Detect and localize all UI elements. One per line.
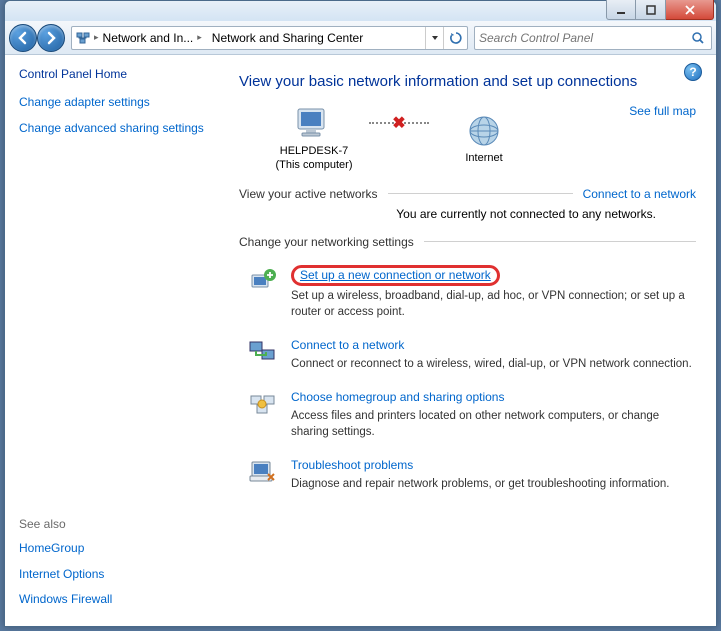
breadcrumb-dropdown[interactable] — [425, 27, 443, 49]
window: ▸ Network and In... ▸ Network and Sharin… — [4, 0, 717, 627]
search-input[interactable] — [479, 31, 689, 45]
active-networks-label: View your active networks — [239, 187, 378, 201]
setting-desc: Access files and printers located on oth… — [291, 408, 696, 440]
close-button[interactable] — [666, 0, 714, 20]
titlebar[interactable] — [5, 1, 716, 21]
troubleshoot-link[interactable]: Troubleshoot problems — [291, 458, 413, 472]
connection-line: ✖ — [369, 121, 429, 123]
homegroup-icon — [247, 388, 279, 420]
divider — [388, 193, 573, 194]
breadcrumb-label: Network and In... — [103, 31, 194, 45]
setting-item-new-connection: Set up a new connection or network Set u… — [247, 265, 696, 320]
sidebar-link-windows-firewall[interactable]: Windows Firewall — [19, 592, 211, 608]
connect-network-link[interactable]: Connect to a network — [291, 338, 404, 352]
back-button[interactable] — [9, 24, 37, 52]
network-icon — [72, 27, 94, 49]
new-connection-icon — [247, 265, 279, 297]
minimize-button[interactable] — [606, 0, 636, 20]
sidebar-link-internet-options[interactable]: Internet Options — [19, 567, 211, 583]
control-panel-home-link[interactable]: Control Panel Home — [19, 67, 211, 81]
globe-icon — [466, 111, 502, 151]
connection-failed-icon: ✖ — [392, 113, 405, 133]
setting-desc: Diagnose and repair network problems, or… — [291, 476, 669, 492]
divider — [424, 241, 696, 242]
help-icon[interactable]: ? — [684, 63, 702, 81]
chevron-right-icon: ▸ — [197, 32, 202, 43]
search-icon[interactable] — [689, 31, 707, 45]
setting-item-homegroup: Choose homegroup and sharing options Acc… — [247, 388, 696, 440]
main-panel: ? View your basic network information an… — [219, 55, 716, 626]
page-title: View your basic network information and … — [239, 73, 696, 90]
node-label: Internet — [465, 151, 502, 165]
sidebar-link-homegroup[interactable]: HomeGroup — [19, 541, 211, 557]
computer-icon — [292, 104, 336, 144]
search-box[interactable] — [474, 26, 712, 50]
breadcrumb-item-1[interactable]: Network and In... ▸ — [99, 27, 208, 49]
setting-desc: Connect or reconnect to a wireless, wire… — [291, 356, 692, 372]
toolbar: ▸ Network and In... ▸ Network and Sharin… — [5, 21, 716, 55]
network-map: HELPDESK-7(This computer) ✖ Internet — [239, 104, 696, 173]
forward-button[interactable] — [37, 24, 65, 52]
breadcrumb-item-2[interactable]: Network and Sharing Center — [208, 27, 369, 49]
content-area: Control Panel Home Change adapter settin… — [5, 55, 716, 626]
breadcrumb-label: Network and Sharing Center — [212, 31, 363, 45]
network-node-computer: HELPDESK-7(This computer) — [259, 104, 369, 173]
maximize-button[interactable] — [636, 0, 666, 20]
connect-network-icon — [247, 336, 279, 368]
change-settings-label: Change your networking settings — [239, 235, 414, 249]
sidebar-link-advanced-sharing[interactable]: Change advanced sharing settings — [19, 121, 211, 137]
node-label: HELPDESK-7(This computer) — [275, 144, 352, 173]
see-also-label: See also — [19, 517, 211, 531]
connect-to-network-link[interactable]: Connect to a network — [583, 187, 696, 201]
no-connection-text: You are currently not connected to any n… — [239, 207, 696, 221]
refresh-button[interactable] — [443, 27, 467, 49]
setting-item-troubleshoot: Troubleshoot problems Diagnose and repai… — [247, 456, 696, 492]
setup-new-connection-link[interactable]: Set up a new connection or network — [291, 265, 500, 286]
troubleshoot-icon — [247, 456, 279, 488]
sidebar-link-adapter-settings[interactable]: Change adapter settings — [19, 95, 211, 111]
sidebar: Control Panel Home Change adapter settin… — [5, 55, 219, 626]
setting-desc: Set up a wireless, broadband, dial-up, a… — [291, 288, 696, 320]
network-node-internet: Internet — [429, 111, 539, 165]
homegroup-options-link[interactable]: Choose homegroup and sharing options — [291, 390, 504, 404]
setting-item-connect-network: Connect to a network Connect or reconnec… — [247, 336, 696, 372]
breadcrumb[interactable]: ▸ Network and In... ▸ Network and Sharin… — [71, 26, 468, 50]
